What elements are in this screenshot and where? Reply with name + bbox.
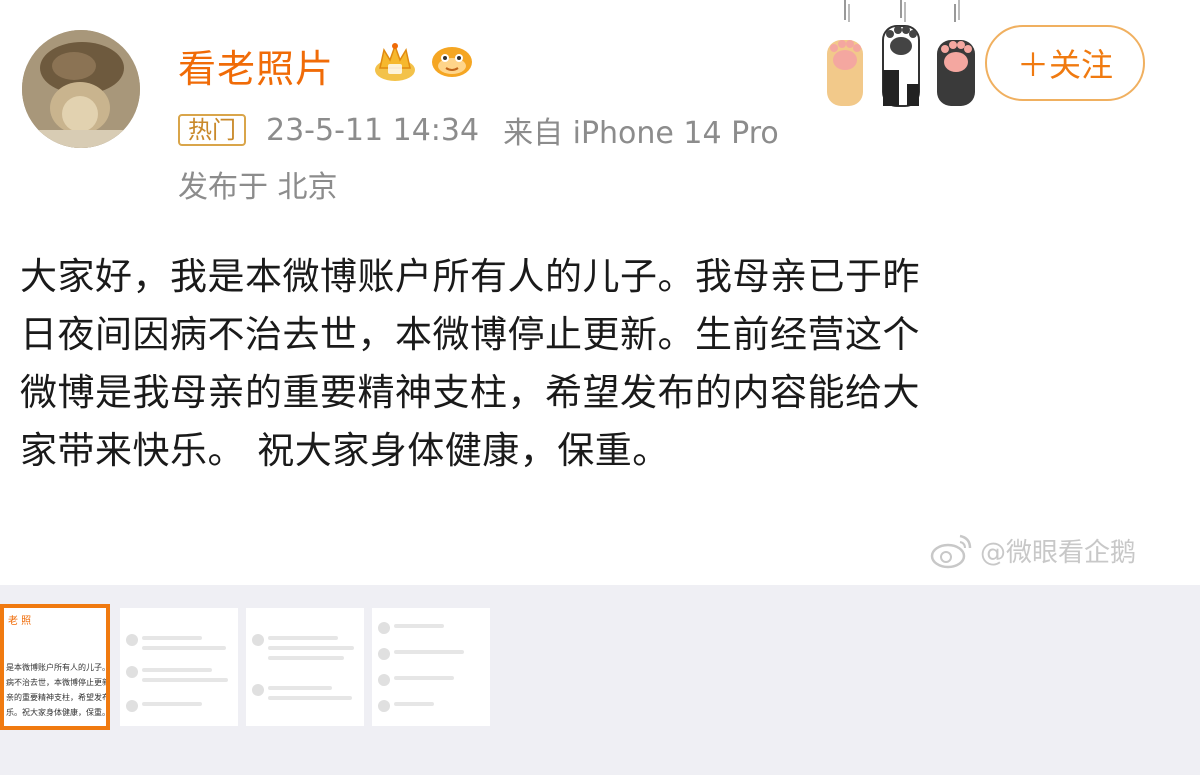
thumb-avatar: [126, 666, 138, 678]
watermark-text: @微眼看企鹅: [980, 537, 1137, 568]
post-body: 大家好，我是本微博账户所有人的儿子。我母亲已于昨 日夜间因病不治去世，本微博停止…: [20, 248, 1170, 480]
thumb-line: [142, 678, 228, 682]
post-body-line: 微博是我母亲的重要精神支柱，希望发布的内容能给大: [20, 371, 920, 414]
post-card: 看老照片 热门 23-5-11 14:34 来自 iPhone 14 Pro 发…: [0, 0, 1200, 585]
thumb-avatar: [126, 634, 138, 646]
post-timestamp: 23-5-11 14:34: [266, 112, 480, 148]
hot-badge: 热门: [178, 114, 246, 146]
thumb-line: [142, 636, 202, 640]
thumb-line: [142, 702, 202, 706]
thumb-text: 是本微博账户所有人的儿子。: [6, 663, 110, 672]
thumb-text: 亲的重要精神支柱，希望发布: [6, 693, 110, 702]
thumb-avatar: [378, 700, 390, 712]
thumb-avatar: [252, 634, 264, 646]
thumbnail[interactable]: [372, 608, 490, 726]
thumb-line: [394, 650, 464, 654]
thumb-line: [268, 656, 344, 660]
thumb-avatar: [378, 622, 390, 634]
thumbnail[interactable]: [246, 608, 364, 726]
avatar-image: [22, 30, 140, 148]
thumb-line: [268, 696, 352, 700]
thumb-text: 乐。祝大家身体健康，保重。: [6, 708, 110, 717]
post-body-line: 大家好，我是本微博账户所有人的儿子。我母亲已于昨: [20, 255, 920, 298]
thumb-text: 病不治去世，本微博停止更新。: [6, 678, 110, 687]
follow-button[interactable]: ＋关注: [985, 25, 1145, 101]
thumb-text: 老 照: [8, 616, 32, 627]
thumb-line: [268, 686, 332, 690]
weibo-logo-icon: [930, 534, 972, 569]
thumb-line: [142, 646, 226, 650]
thumb-line: [394, 702, 434, 706]
thumbnail-strip: 老 照 是本微博账户所有人的儿子。 病不治去世，本微博停止更新。 亲的重要精神支…: [0, 600, 520, 730]
thumbnail-active[interactable]: 老 照 是本微博账户所有人的儿子。 病不治去世，本微博停止更新。 亲的重要精神支…: [0, 604, 110, 730]
cat-paw-icon: [827, 0, 975, 107]
thumb-avatar: [126, 700, 138, 712]
fish-badge-icon: [432, 47, 472, 77]
thumb-avatar: [252, 684, 264, 696]
post-body-line: 家带来快乐。 祝大家身体健康，保重。: [20, 429, 670, 472]
post-meta: 热门 23-5-11 14:34 来自 iPhone 14 Pro: [178, 110, 779, 151]
watermark: @微眼看企鹅: [930, 530, 1136, 570]
thumb-avatar: [378, 648, 390, 660]
thumb-line: [394, 676, 454, 680]
avatar[interactable]: [22, 30, 140, 148]
crown-badge-icon: [375, 43, 415, 81]
thumb-line: [142, 668, 212, 672]
thumb-line: [268, 636, 338, 640]
thumb-line: [394, 624, 444, 628]
thumbnail[interactable]: [120, 608, 238, 726]
post-location: 发布于 北京: [178, 170, 338, 205]
username[interactable]: 看老照片: [178, 38, 334, 93]
thumb-line: [268, 646, 354, 650]
post-source: 来自 iPhone 14 Pro: [503, 116, 779, 151]
thumb-avatar: [378, 674, 390, 686]
post-body-line: 日夜间因病不治去世，本微博停止更新。生前经营这个: [20, 313, 920, 356]
